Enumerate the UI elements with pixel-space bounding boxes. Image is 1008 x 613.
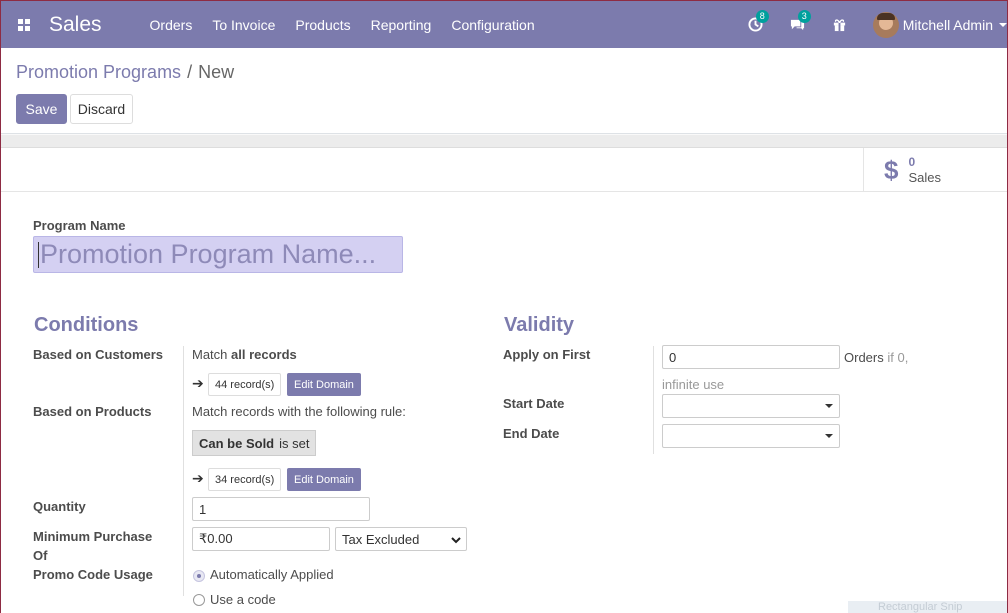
app-brand[interactable]: Sales [49, 13, 102, 37]
customers-match-prefix: Match [192, 347, 228, 362]
messages-badge: 3 [797, 9, 811, 23]
menu-products[interactable]: Products [295, 17, 350, 33]
min-purchase-label-2: Of [33, 548, 48, 563]
domain-rule-tag[interactable]: Can be Sold is set [192, 430, 317, 456]
dollar-icon: $ [884, 154, 899, 185]
top-navbar: Sales Orders To Invoice Products Reporti… [1, 1, 1007, 48]
customers-match-text: Match all records [192, 347, 297, 362]
promo-code-radio[interactable] [193, 594, 205, 606]
stat-label: Sales [908, 169, 941, 185]
activity-clock-icon[interactable]: 8 [747, 9, 769, 34]
program-name-placeholder: Promotion Program Name... [40, 239, 377, 269]
promo-auto-radio[interactable] [193, 570, 205, 582]
user-name[interactable]: Mitchell Admin [903, 17, 993, 33]
end-date-caret-icon [825, 434, 833, 438]
text-cursor [38, 241, 39, 268]
user-menu-caret-icon[interactable] [999, 22, 1007, 27]
infinite-use-text: infinite use [662, 377, 725, 392]
validity-title: Validity [504, 314, 575, 336]
domain-field: Can be Sold [199, 435, 275, 451]
breadcrumb-promotion-programs[interactable]: Promotion Programs [16, 62, 181, 83]
products-rule-text: Match records with the following rule: [192, 404, 406, 419]
snip-overlay-ghost: Rectangular Snip [848, 601, 1007, 613]
gift-icon[interactable] [831, 16, 849, 34]
quantity-label: Quantity [33, 499, 86, 514]
breadcrumb: Promotion Programs / New [16, 62, 234, 83]
systray: 8 3 Mitchell Admin [747, 1, 1007, 48]
customers-match-bold: all records [231, 347, 297, 362]
promo-code-label: Promo Code Usage [33, 567, 153, 582]
promo-code-option-label[interactable]: Use a code [210, 592, 276, 607]
menu-to-invoice[interactable]: To Invoice [212, 17, 275, 33]
conditions-title: Conditions [34, 314, 139, 336]
customers-label: Based on Customers [33, 347, 164, 362]
messages-chat-icon[interactable]: 3 [789, 9, 811, 34]
end-date-label: End Date [503, 426, 560, 441]
customers-edit-domain-button[interactable]: Edit Domain [287, 373, 361, 396]
start-date-label: Start Date [503, 396, 565, 411]
products-label: Based on Products [33, 404, 152, 419]
apps-menu-icon[interactable] [1, 1, 47, 48]
menu-configuration[interactable]: Configuration [451, 17, 534, 33]
apply-on-first-input[interactable]: 0 [662, 345, 840, 369]
program-name-input[interactable]: Promotion Program Name... [33, 236, 403, 273]
smart-button-box: $ 0 Sales [1, 148, 1007, 192]
tax-mode-value: Tax Excluded [342, 531, 420, 547]
sales-stat-button[interactable]: $ 0 Sales [863, 148, 1007, 191]
customers-records-button[interactable]: 44 record(s) [208, 373, 282, 396]
form-sheet: $ 0 Sales Program Name Promotion Program… [1, 147, 1007, 613]
form-background-strip [1, 135, 1007, 147]
products-records-button[interactable]: 34 record(s) [208, 468, 282, 491]
conditions-divider [183, 346, 184, 596]
orders-word: Orders [844, 350, 884, 365]
program-name-label: Program Name [33, 218, 126, 233]
menu-orders[interactable]: Orders [150, 17, 193, 33]
customers-arrow-icon: ➔ [192, 375, 204, 391]
orders-text: Orders if 0, [844, 350, 908, 365]
validity-divider [653, 346, 654, 454]
products-edit-domain-button[interactable]: Edit Domain [287, 468, 361, 491]
start-date-input[interactable] [662, 394, 840, 418]
apply-on-first-label: Apply on First [503, 347, 591, 362]
orders-hint: if 0, [887, 350, 909, 365]
promo-auto-label[interactable]: Automatically Applied [210, 567, 334, 582]
activity-badge: 8 [755, 9, 769, 23]
select-chevron-icon [451, 537, 461, 544]
save-button[interactable]: Save [16, 94, 67, 124]
stat-text: 0 Sales [908, 155, 941, 185]
quantity-input[interactable]: 1 [192, 497, 370, 521]
stat-value: 0 [908, 154, 916, 169]
discard-button[interactable]: Discard [70, 94, 133, 124]
start-date-caret-icon [825, 404, 833, 408]
menu-reporting[interactable]: Reporting [371, 17, 432, 33]
domain-operator: is set [279, 435, 310, 451]
user-avatar[interactable] [872, 11, 899, 38]
tax-mode-select[interactable]: Tax Excluded [335, 527, 467, 551]
breadcrumb-separator: / [187, 62, 193, 82]
min-purchase-input[interactable]: ₹0.00 [192, 527, 330, 551]
products-arrow-icon: ➔ [192, 470, 204, 486]
breadcrumb-current: New [198, 62, 235, 82]
min-purchase-label-1: Minimum Purchase [33, 529, 153, 544]
end-date-input[interactable] [662, 424, 840, 448]
control-panel: Promotion Programs / New Save Discard [1, 48, 1007, 134]
